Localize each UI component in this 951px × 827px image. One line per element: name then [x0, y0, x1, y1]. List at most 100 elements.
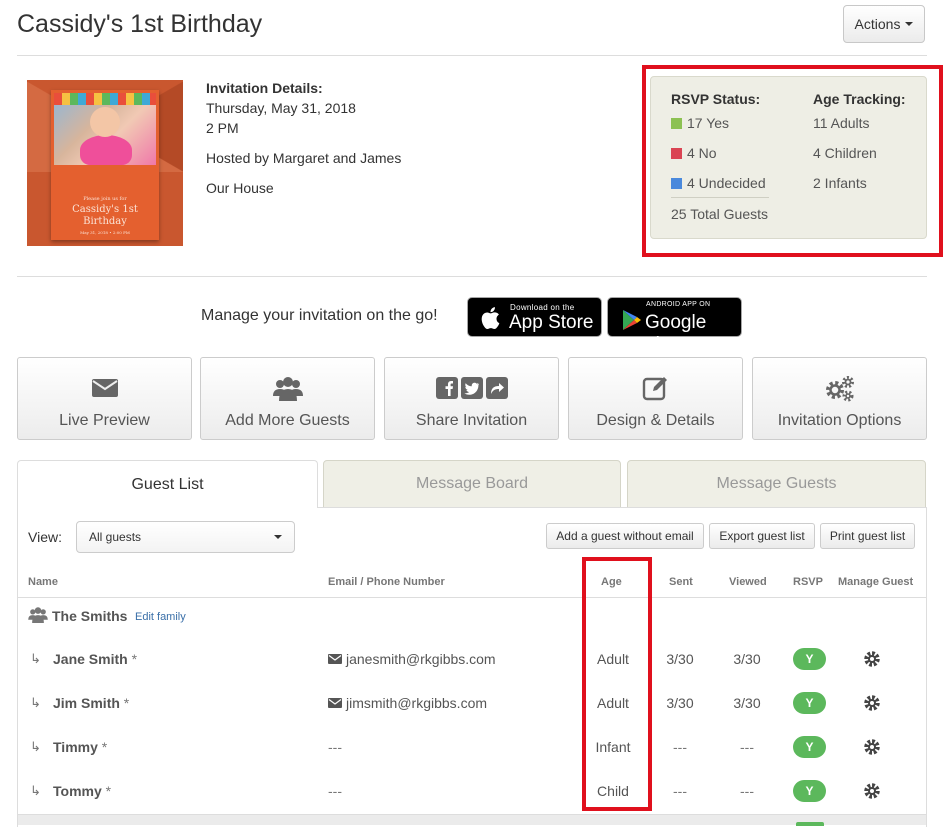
rsvp-yes-badge[interactable]: Y: [793, 692, 826, 714]
manage-guest-gear-icon[interactable]: [862, 737, 882, 757]
card-face: Please join us for Cassidy's 1st Birthda…: [51, 90, 159, 240]
app-store-button[interactable]: Download on the App Store: [467, 297, 602, 337]
gears-icon: [825, 376, 854, 402]
view-label: View:: [28, 529, 62, 545]
add-guest-without-email-button[interactable]: Add a guest without email: [546, 523, 704, 549]
invitation-details: Invitation Details: Thursday, May 31, 20…: [206, 78, 401, 198]
actions-button-label: Actions: [854, 16, 901, 32]
guest-sent: ---: [673, 739, 687, 755]
guest-name[interactable]: Jane Smith *: [53, 651, 137, 667]
column-header-contact: Email / Phone Number: [328, 576, 445, 588]
table-header-divider: [18, 597, 926, 598]
details-time: 2 PM: [206, 120, 239, 136]
share-arrow-icon: [485, 377, 508, 399]
manage-guest-gear-icon[interactable]: [862, 649, 882, 669]
google-play-button[interactable]: ANDROID APP ON Google play: [607, 297, 742, 355]
column-header-rsvp: RSVP: [793, 576, 823, 588]
highlight-box: [642, 65, 943, 257]
next-family-row: [18, 814, 926, 825]
details-heading: Invitation Details:: [206, 80, 323, 96]
rsvp-yes-badge[interactable]: Y: [793, 736, 826, 758]
facebook-icon: [435, 377, 458, 399]
print-guest-list-button[interactable]: Print guest list: [820, 523, 915, 549]
column-header-manage: Manage Guest: [838, 576, 914, 588]
tile-label: Live Preview: [59, 412, 150, 429]
tile-label: Design & Details: [596, 412, 715, 429]
card-photo: [54, 93, 156, 165]
apple-icon: [481, 307, 500, 329]
baby-photo: [90, 107, 120, 137]
rsvp-yes-badge: [796, 822, 824, 826]
tile-label: Share Invitation: [415, 412, 528, 429]
live-preview-tile[interactable]: Live Preview: [17, 357, 192, 440]
edit-icon: [642, 377, 667, 401]
guest-name[interactable]: Jim Smith *: [53, 695, 129, 711]
rsvp-yes-badge[interactable]: Y: [793, 648, 826, 670]
guest-sent: 3/30: [666, 651, 694, 667]
users-icon: [272, 377, 303, 401]
guest-name[interactable]: Tommy *: [53, 783, 111, 799]
guest-viewed: 3/30: [733, 651, 761, 667]
guest-contact: ---: [328, 783, 342, 799]
manage-guest-gear-icon[interactable]: [862, 781, 882, 801]
guest-contact: ---: [328, 739, 342, 755]
page-title: Cassidy's 1st Birthday: [17, 10, 263, 38]
details-date: Thursday, May 31, 2018: [206, 100, 356, 116]
highlight-box: [582, 557, 652, 811]
app-store-small-text: Download on the: [510, 303, 575, 312]
actions-button[interactable]: Actions: [843, 5, 925, 43]
design-details-tile[interactable]: Design & Details: [568, 357, 743, 440]
tile-label: Invitation Options: [777, 412, 902, 429]
guest-sent: 3/30: [666, 695, 694, 711]
column-header-sent: Sent: [669, 576, 693, 588]
card-intro-text: Please join us for: [83, 196, 127, 202]
caret-down-icon: [905, 22, 914, 26]
edit-family-link[interactable]: Edit family: [135, 611, 186, 623]
app-promo-text: Manage your invitation on the go!: [201, 307, 438, 324]
details-location: Our House: [206, 180, 274, 196]
guest-name[interactable]: Timmy *: [53, 739, 107, 755]
manage-guest-gear-icon[interactable]: [862, 693, 882, 713]
card-name-text: Cassidy's 1st Birthday: [72, 204, 138, 227]
caret-down-icon: [274, 535, 282, 539]
envelope-icon: [328, 654, 342, 664]
invitation-card-thumbnail[interactable]: Please join us for Cassidy's 1st Birthda…: [25, 80, 185, 250]
twitter-icon: [460, 377, 483, 399]
guest-viewed: 3/30: [733, 695, 761, 711]
details-hosted: Hosted by Margaret and James: [206, 150, 402, 166]
tile-label: Add More Guests: [225, 412, 350, 429]
guest-email: janesmith@rkgibbs.com: [328, 651, 496, 667]
rsvp-yes-badge[interactable]: Y: [793, 780, 826, 802]
baby-photo: [80, 135, 132, 165]
add-more-guests-tile[interactable]: Add More Guests: [200, 357, 375, 440]
tab-guest-list[interactable]: Guest List: [17, 460, 318, 508]
export-guest-list-button[interactable]: Export guest list: [709, 523, 815, 549]
family-name: The Smiths: [52, 608, 128, 624]
bunting-decoration: [54, 93, 156, 105]
column-header-viewed: Viewed: [729, 576, 767, 588]
card-date-text: May 31, 2018 • 2:00 PM: [80, 230, 130, 235]
guest-list-panel: [17, 507, 927, 827]
tab-message-guests[interactable]: Message Guests: [627, 460, 926, 508]
guest-email: jimsmith@rkgibbs.com: [328, 695, 487, 711]
envelope-icon: [328, 698, 342, 708]
header-divider: [17, 55, 927, 56]
google-play-big-text: Google play: [645, 312, 707, 355]
tab-message-board[interactable]: Message Board: [323, 460, 621, 508]
column-header-name: Name: [28, 576, 58, 588]
app-store-big-text: App Store: [509, 312, 594, 333]
guest-sent: ---: [673, 783, 687, 799]
view-select[interactable]: All guests: [76, 521, 295, 553]
child-row-arrow-icon: ↳: [30, 739, 41, 754]
guest-viewed: ---: [740, 739, 754, 755]
child-row-arrow-icon: ↳: [30, 783, 41, 798]
share-invitation-tile[interactable]: Share Invitation: [384, 357, 559, 440]
family-icon: [28, 607, 48, 623]
guest-viewed: ---: [740, 783, 754, 799]
view-select-value: All guests: [89, 530, 142, 544]
invitation-options-tile[interactable]: Invitation Options: [752, 357, 927, 440]
google-play-small-text: ANDROID APP ON: [646, 301, 711, 308]
child-row-arrow-icon: ↳: [30, 651, 41, 666]
google-play-icon: [623, 310, 641, 330]
section-divider: [17, 276, 927, 277]
